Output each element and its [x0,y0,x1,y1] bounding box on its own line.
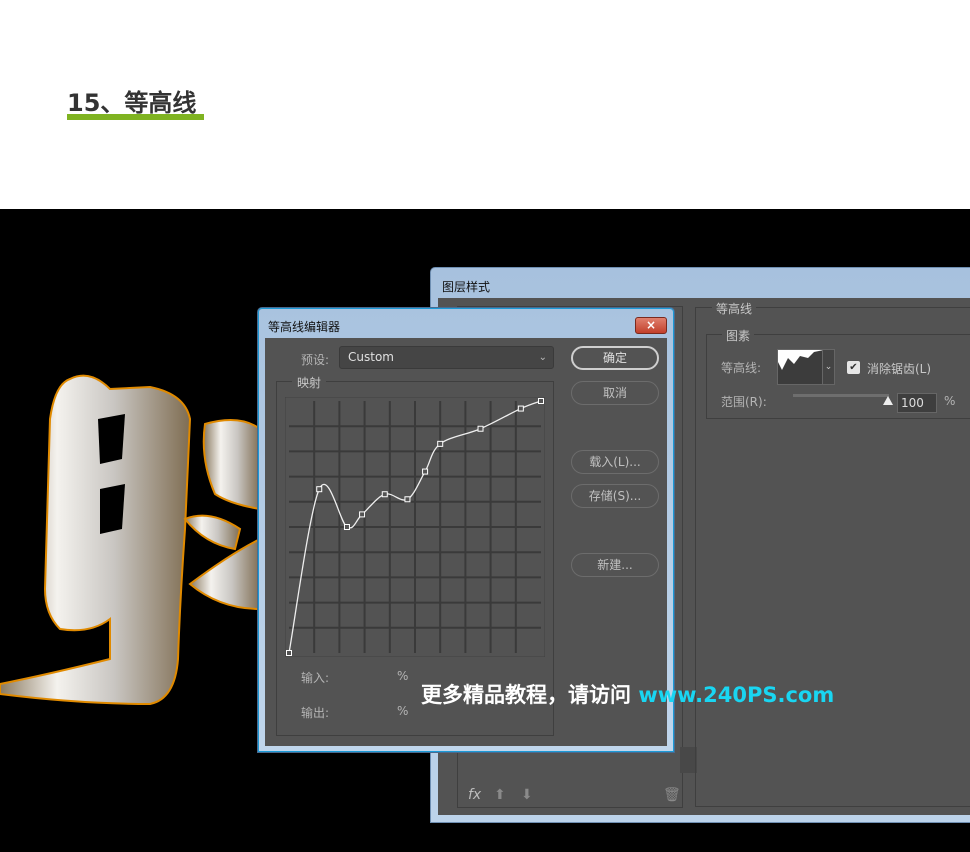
arrow-up-icon[interactable]: ⬆ [494,787,506,803]
layer-style-title: 图层样式 [442,280,491,294]
contour-preview-icon [778,350,822,384]
preset-select[interactable]: Custom ⌄ [339,346,554,369]
output-label: 输出: [301,706,330,720]
load-button[interactable]: 载入(L)... [571,450,659,474]
curve-point[interactable] [437,440,444,447]
heading-underline [67,114,204,120]
arrow-down-icon[interactable]: ⬇ [521,787,533,803]
mapping-label: 映射 [292,374,327,391]
curve-point[interactable] [422,468,429,475]
contour-thumbnail[interactable] [777,349,823,385]
curve-point[interactable] [343,524,350,530]
save-button[interactable]: 存储(S)... [571,484,659,508]
fx-icon[interactable]: fx [468,787,481,803]
curve-point[interactable] [316,486,323,493]
preset-value: Custom [348,350,394,364]
screenshot-stage: 图层样式 fx ⬆ ⬇ 🗑 等高线 图素 等高线: ⌄ ✔ 消除锯齿(L) 范围… [0,209,970,852]
watermark: 更多精品教程，请访问 www.240PS.com [421,679,834,709]
preset-label: 预设: [301,353,330,367]
anti-alias-checkbox[interactable]: ✔ [847,361,860,374]
curve-point[interactable] [477,425,484,432]
chevron-down-icon: ⌄ [538,352,547,363]
contour-dropdown-chevron-icon[interactable]: ⌄ [823,349,835,385]
new-button[interactable]: 新建... [571,553,659,577]
close-icon: × [645,318,657,332]
watermark-text: 更多精品教程，请访问 [421,683,631,707]
watermark-url[interactable]: www.240PS.com [638,683,834,707]
elements-group: 图素 等高线: ⌄ ✔ 消除锯齿(L) 范围(R): 100 % [706,327,970,419]
curve-point[interactable] [404,496,411,503]
range-slider-track[interactable] [793,394,889,397]
input-label: 输入: [301,671,330,685]
output-unit: % [397,704,409,718]
trash-icon[interactable]: 🗑 [663,787,681,803]
anti-alias-label: 消除锯齿(L) [867,362,932,376]
section-label: 等高线 [712,300,757,317]
cancel-button[interactable]: 取消 [571,381,659,405]
close-button[interactable]: × [635,317,667,334]
curve-point[interactable] [286,650,292,656]
metallic-text-artwork [0,374,261,706]
contour-label: 等高线: [721,361,762,375]
range-input[interactable]: 100 [897,393,937,413]
ok-button[interactable]: 确定 [571,346,659,370]
contour-editor-title: 等高线编辑器 [268,320,341,334]
range-label: 范围(R): [721,395,767,409]
contour-settings-panel: 等高线 图素 等高线: ⌄ ✔ 消除锯齿(L) 范围(R): 100 % [695,300,970,807]
range-unit: % [944,394,956,408]
group-label: 图素 [722,327,755,344]
curve-point[interactable] [517,405,524,412]
curve-point[interactable] [381,491,388,498]
input-unit: % [397,669,409,683]
curve-graph[interactable] [285,397,545,657]
range-slider-thumb[interactable] [883,396,893,405]
curve-point[interactable] [359,511,366,518]
curve-point[interactable] [538,398,544,404]
